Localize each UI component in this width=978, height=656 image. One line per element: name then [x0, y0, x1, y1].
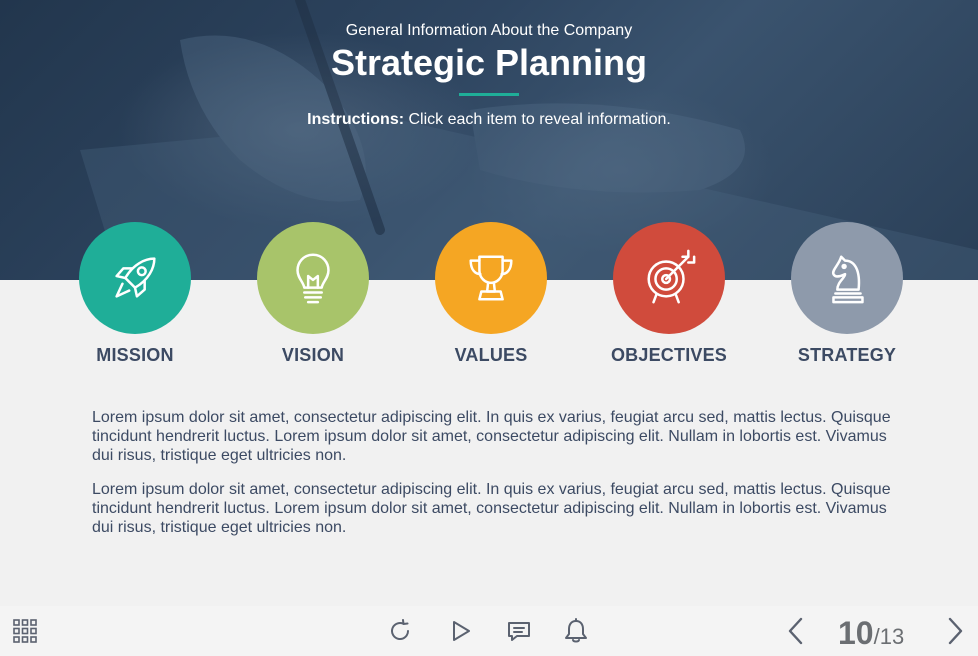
page-title: Strategic Planning [330, 42, 648, 83]
comment-icon [508, 622, 530, 641]
item-label: VALUES [454, 345, 528, 365]
content-paragraph: Lorem ipsum dolor sit amet, consectetur … [92, 481, 891, 536]
content-paragraph: Lorem ipsum dolor sit amet, consectetur … [92, 409, 891, 464]
item-label: VISION [281, 345, 345, 365]
comments-button[interactable] [505, 618, 533, 644]
replay-icon [391, 619, 409, 640]
play-icon [453, 621, 470, 641]
instructions-text: Click each item to reveal information. [404, 111, 671, 128]
item-values[interactable]: VALUES [402, 222, 580, 366]
item-label: OBJECTIVES [610, 345, 728, 365]
info-items: MISSION VISION VALUES OBJECTIVES STRATEG… [0, 222, 978, 372]
item-label: MISSION [96, 345, 174, 365]
objectives-circle[interactable] [613, 222, 725, 334]
menu-button[interactable] [12, 619, 38, 643]
target-icon [647, 249, 696, 304]
grid-menu-icon [13, 619, 37, 643]
instructions-label: Instructions: [307, 111, 405, 128]
player-controls-bar: 10/13 [0, 606, 978, 656]
page-counter: 10/13 [838, 615, 904, 652]
title-underline [459, 93, 519, 96]
mission-circle[interactable] [79, 222, 191, 334]
current-page: 10 [838, 615, 874, 651]
instructions: Instructions: Click each item to reveal … [0, 111, 978, 129]
chevron-right-icon [948, 617, 963, 645]
item-objectives[interactable]: OBJECTIVES [580, 222, 758, 366]
item-strategy[interactable]: STRATEGY [758, 222, 936, 366]
trophy-icon [469, 255, 513, 301]
vision-circle[interactable] [257, 222, 369, 334]
course-subtitle: General Information About the Company [345, 22, 633, 39]
play-button[interactable] [448, 618, 474, 644]
next-button[interactable] [943, 616, 967, 646]
item-mission[interactable]: MISSION [46, 222, 224, 366]
item-vision[interactable]: VISION [224, 222, 402, 366]
chess-knight-icon [831, 255, 864, 304]
rocket-icon [115, 257, 156, 298]
previous-button[interactable] [784, 616, 808, 646]
bell-icon [565, 618, 587, 643]
chevron-left-icon [788, 617, 803, 645]
replay-button[interactable] [387, 618, 413, 644]
strategy-circle[interactable] [791, 222, 903, 334]
content-area: Lorem ipsum dolor sit amet, consectetur … [92, 408, 892, 552]
values-circle[interactable] [435, 222, 547, 334]
notifications-button[interactable] [563, 618, 589, 644]
lightbulb-icon [296, 253, 330, 304]
item-label: STRATEGY [797, 345, 897, 365]
total-pages: /13 [873, 624, 905, 649]
